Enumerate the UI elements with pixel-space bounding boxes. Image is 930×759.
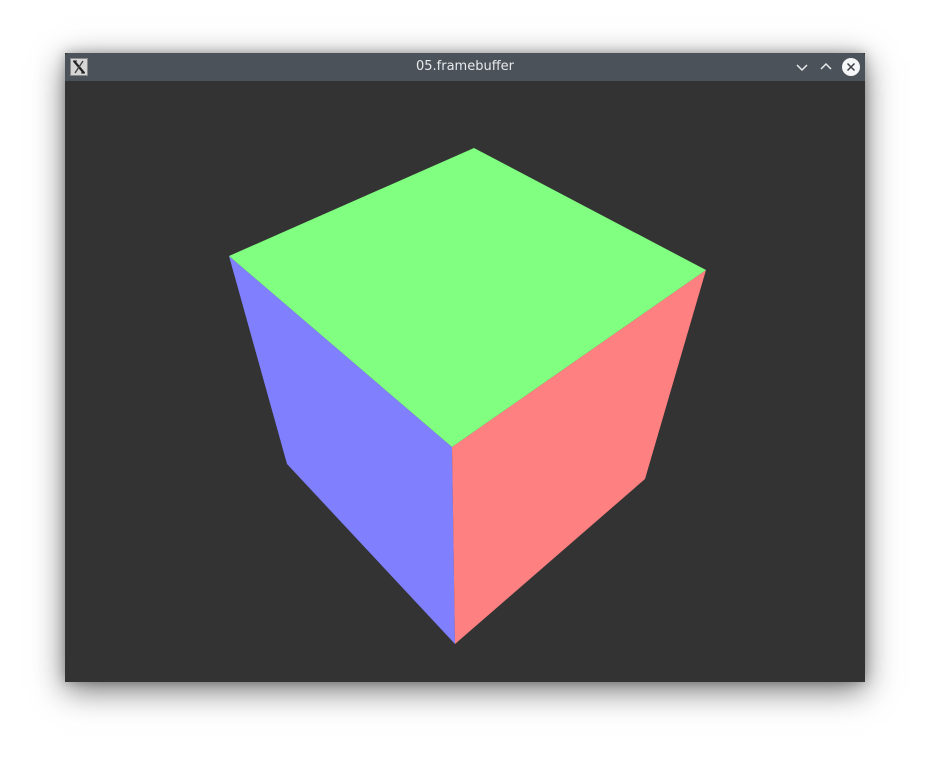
render-viewport[interactable] (65, 81, 865, 682)
window-title: 05.framebuffer (415, 59, 514, 74)
application-window: 05.framebuffer (65, 53, 865, 682)
scene-canvas (65, 81, 865, 682)
maximize-button[interactable] (816, 57, 836, 77)
chevron-down-icon (796, 64, 808, 72)
minimize-button[interactable] (792, 57, 812, 77)
chevron-up-icon (820, 62, 832, 70)
close-button[interactable] (841, 57, 861, 77)
title-bar[interactable]: 05.framebuffer (65, 53, 865, 81)
close-icon (842, 58, 860, 76)
